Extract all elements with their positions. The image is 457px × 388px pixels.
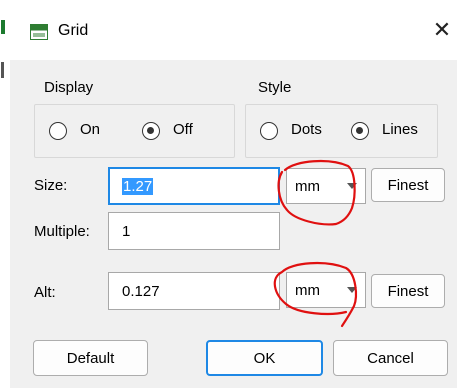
- alt-unit-select[interactable]: mm: [286, 272, 366, 308]
- style-dots-radio[interactable]: [260, 122, 278, 140]
- alt-finest-button[interactable]: Finest: [371, 274, 445, 308]
- brd-icon: [30, 24, 48, 40]
- cancel-button[interactable]: Cancel: [333, 340, 448, 376]
- multiple-value: 1: [122, 222, 131, 240]
- size-finest-button[interactable]: Finest: [371, 168, 445, 202]
- radio-selected-dot: [147, 127, 154, 134]
- style-lines-label: Lines: [382, 121, 418, 138]
- ok-button[interactable]: OK: [206, 340, 323, 376]
- chevron-down-icon: [347, 183, 357, 189]
- display-on-label: On: [80, 121, 101, 138]
- alt-unit-value: mm: [295, 281, 320, 299]
- radio-selected-dot: [356, 127, 363, 134]
- display-off-label: Off: [173, 121, 193, 138]
- alt-label: Alt:: [34, 284, 56, 301]
- background-window-marker: [1, 20, 5, 34]
- close-button[interactable]: ✕: [432, 18, 452, 42]
- size-input[interactable]: 1.27: [108, 167, 280, 205]
- ok-button-label: OK: [253, 349, 276, 367]
- alt-value: 0.127: [122, 282, 160, 300]
- display-group-title: Display: [44, 79, 94, 96]
- display-off-radio[interactable]: [142, 122, 160, 140]
- multiple-label: Multiple:: [34, 223, 90, 240]
- style-lines-radio[interactable]: [351, 122, 369, 140]
- default-button[interactable]: Default: [33, 340, 148, 376]
- close-icon: ✕: [432, 17, 452, 42]
- default-button-label: Default: [66, 349, 115, 367]
- size-finest-label: Finest: [387, 176, 429, 194]
- alt-finest-label: Finest: [387, 282, 429, 300]
- chevron-down-icon: [347, 287, 357, 293]
- display-on-radio[interactable]: [49, 122, 67, 140]
- multiple-input[interactable]: 1: [108, 212, 280, 250]
- left-edge-strip: [0, 0, 10, 388]
- alt-input[interactable]: 0.127: [108, 272, 280, 310]
- size-unit-select[interactable]: mm: [286, 168, 366, 204]
- size-unit-value: mm: [295, 177, 320, 195]
- size-value: 1.27: [122, 177, 154, 195]
- style-group-title: Style: [258, 79, 292, 96]
- style-dots-label: Dots: [291, 121, 322, 138]
- window-title: Grid: [58, 22, 89, 39]
- background-window-marker: [1, 62, 4, 78]
- size-label: Size:: [34, 177, 68, 194]
- cancel-button-label: Cancel: [367, 349, 414, 367]
